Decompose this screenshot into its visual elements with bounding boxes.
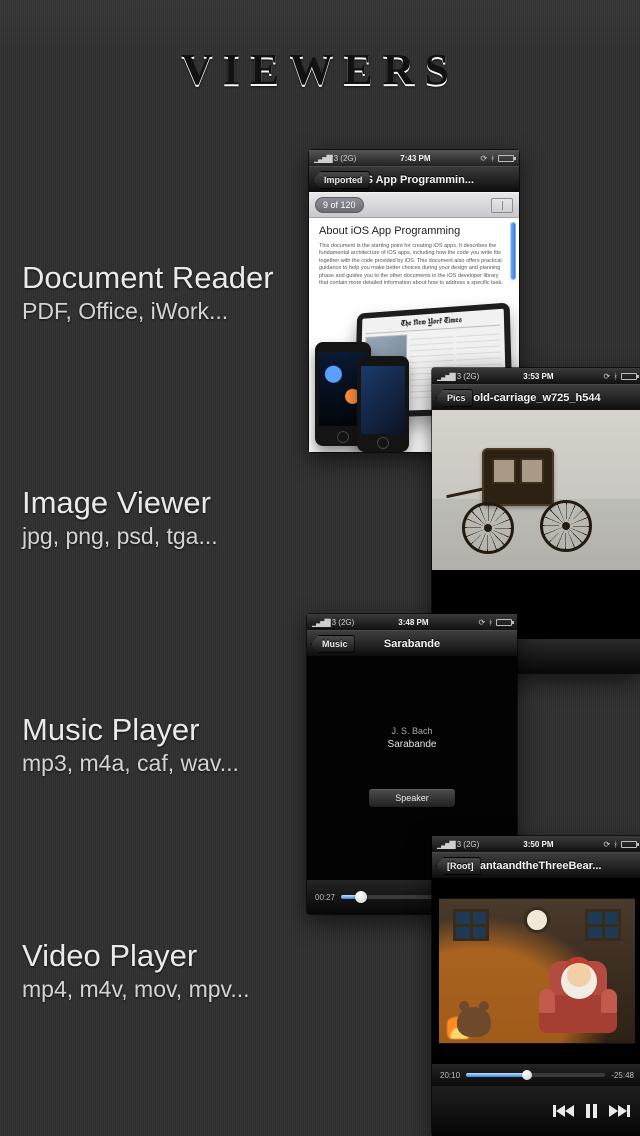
nav-title: SantaandtheThreeBear... [473, 860, 602, 872]
track-label: Sarabande [388, 739, 437, 750]
clock: 3:50 PM [523, 840, 553, 849]
nav-title: old-carriage_w725_h544 [473, 392, 600, 404]
window-icon [585, 909, 621, 941]
nav-title: iOS App Programmin... [354, 174, 474, 186]
sync-icon: ⟳ [480, 154, 487, 163]
section-music-title: Music Player [22, 712, 199, 748]
page-title: Viewers [0, 45, 640, 96]
elapsed-time: 00:27 [315, 893, 335, 902]
clock: 3:53 PM [523, 372, 553, 381]
nav-bar: Music Sarabande [307, 630, 517, 656]
image-content[interactable] [432, 410, 640, 570]
video-progress-bar: 20:10 -25:48 [432, 1064, 640, 1086]
status-bar: ▁▃▅▇ 3 (2G) 3:53 PM ⟳ ᚼ [432, 368, 640, 384]
character-icon [567, 963, 591, 987]
nav-bar: Imported iOS App Programmin... [309, 166, 519, 192]
battery-icon [498, 155, 514, 162]
document-excerpt: This document is the starting point for … [319, 243, 509, 288]
status-bar: ▁▃▅▇ 3 (2G) 7:43 PM ⟳ ᚼ [309, 150, 519, 166]
battery-icon [621, 373, 637, 380]
book-icon[interactable] [491, 198, 513, 213]
scrubber[interactable] [466, 1073, 605, 1077]
back-button[interactable]: [Root] [436, 857, 481, 875]
section-image-title: Image Viewer [22, 485, 211, 521]
bluetooth-icon: ᚼ [613, 372, 618, 381]
remaining-time: -25:48 [611, 1071, 634, 1080]
carrier-label: 3 (2G) [332, 618, 355, 627]
section-image-subtitle: jpg, png, psd, tga... [22, 523, 218, 550]
sync-icon: ⟳ [478, 618, 485, 627]
section-video-title: Video Player [22, 938, 197, 974]
speaker-button[interactable]: Speaker [368, 788, 456, 808]
video-player-preview: ▁▃▅▇ 3 (2G) 3:50 PM ⟳ ᚼ [Root] Santaandt… [432, 836, 640, 1136]
skip-back-button[interactable] [553, 1105, 574, 1117]
carrier-label: 3 (2G) [457, 372, 480, 381]
sync-icon: ⟳ [603, 840, 610, 849]
window-icon [453, 909, 489, 941]
signal-icon: ▁▃▅▇ [312, 618, 329, 627]
bear-icon [457, 1007, 491, 1037]
back-button[interactable]: Pics [436, 389, 473, 407]
section-document-subtitle: PDF, Office, iWork... [22, 298, 228, 325]
scrubber-knob[interactable] [522, 1070, 532, 1080]
artist-label: J. S. Bach [391, 726, 432, 736]
scrubber-knob[interactable] [355, 891, 367, 903]
bluetooth-icon: ᚼ [490, 154, 495, 163]
sync-icon: ⟳ [603, 372, 610, 381]
nav-bar: [Root] SantaandtheThreeBear... [432, 852, 640, 878]
video-frame [439, 898, 635, 1044]
signal-icon: ▁▃▅▇ [314, 154, 331, 163]
document-toolbar: 9 of 120 [309, 192, 519, 218]
back-button[interactable]: Music [311, 635, 355, 653]
clock-icon [524, 907, 550, 933]
battery-icon [496, 619, 512, 626]
elapsed-time: 20:10 [440, 1071, 460, 1080]
signal-icon: ▁▃▅▇ [437, 840, 454, 849]
pause-button[interactable] [586, 1104, 597, 1118]
section-video-subtitle: mp4, m4v, mov, mpv... [22, 976, 249, 1003]
nav-bar: Pics old-carriage_w725_h544 [432, 384, 640, 410]
page-indicator: 9 of 120 [315, 197, 364, 213]
scrollbar-thumb[interactable] [510, 222, 516, 280]
clock: 7:43 PM [400, 154, 430, 163]
battery-icon [621, 841, 637, 848]
carrier-label: 3 (2G) [457, 840, 480, 849]
status-bar: ▁▃▅▇ 3 (2G) 3:50 PM ⟳ ᚼ [432, 836, 640, 852]
video-body[interactable] [432, 878, 640, 1064]
signal-icon: ▁▃▅▇ [437, 372, 454, 381]
iphone-illustration-2 [357, 356, 409, 452]
section-document-title: Document Reader [22, 260, 274, 296]
document-heading: About iOS App Programming [319, 225, 509, 237]
clock: 3:48 PM [398, 618, 428, 627]
video-controls [432, 1086, 640, 1136]
back-button[interactable]: Imported [313, 171, 370, 189]
bluetooth-icon: ᚼ [488, 618, 493, 627]
skip-forward-button[interactable] [609, 1105, 630, 1117]
status-bar: ▁▃▅▇ 3 (2G) 3:48 PM ⟳ ᚼ [307, 614, 517, 630]
carrier-label: 3 (2G) [334, 154, 357, 163]
nav-title: Sarabande [384, 638, 440, 650]
bluetooth-icon: ᚼ [613, 840, 618, 849]
section-music-subtitle: mp3, m4a, caf, wav... [22, 750, 239, 777]
